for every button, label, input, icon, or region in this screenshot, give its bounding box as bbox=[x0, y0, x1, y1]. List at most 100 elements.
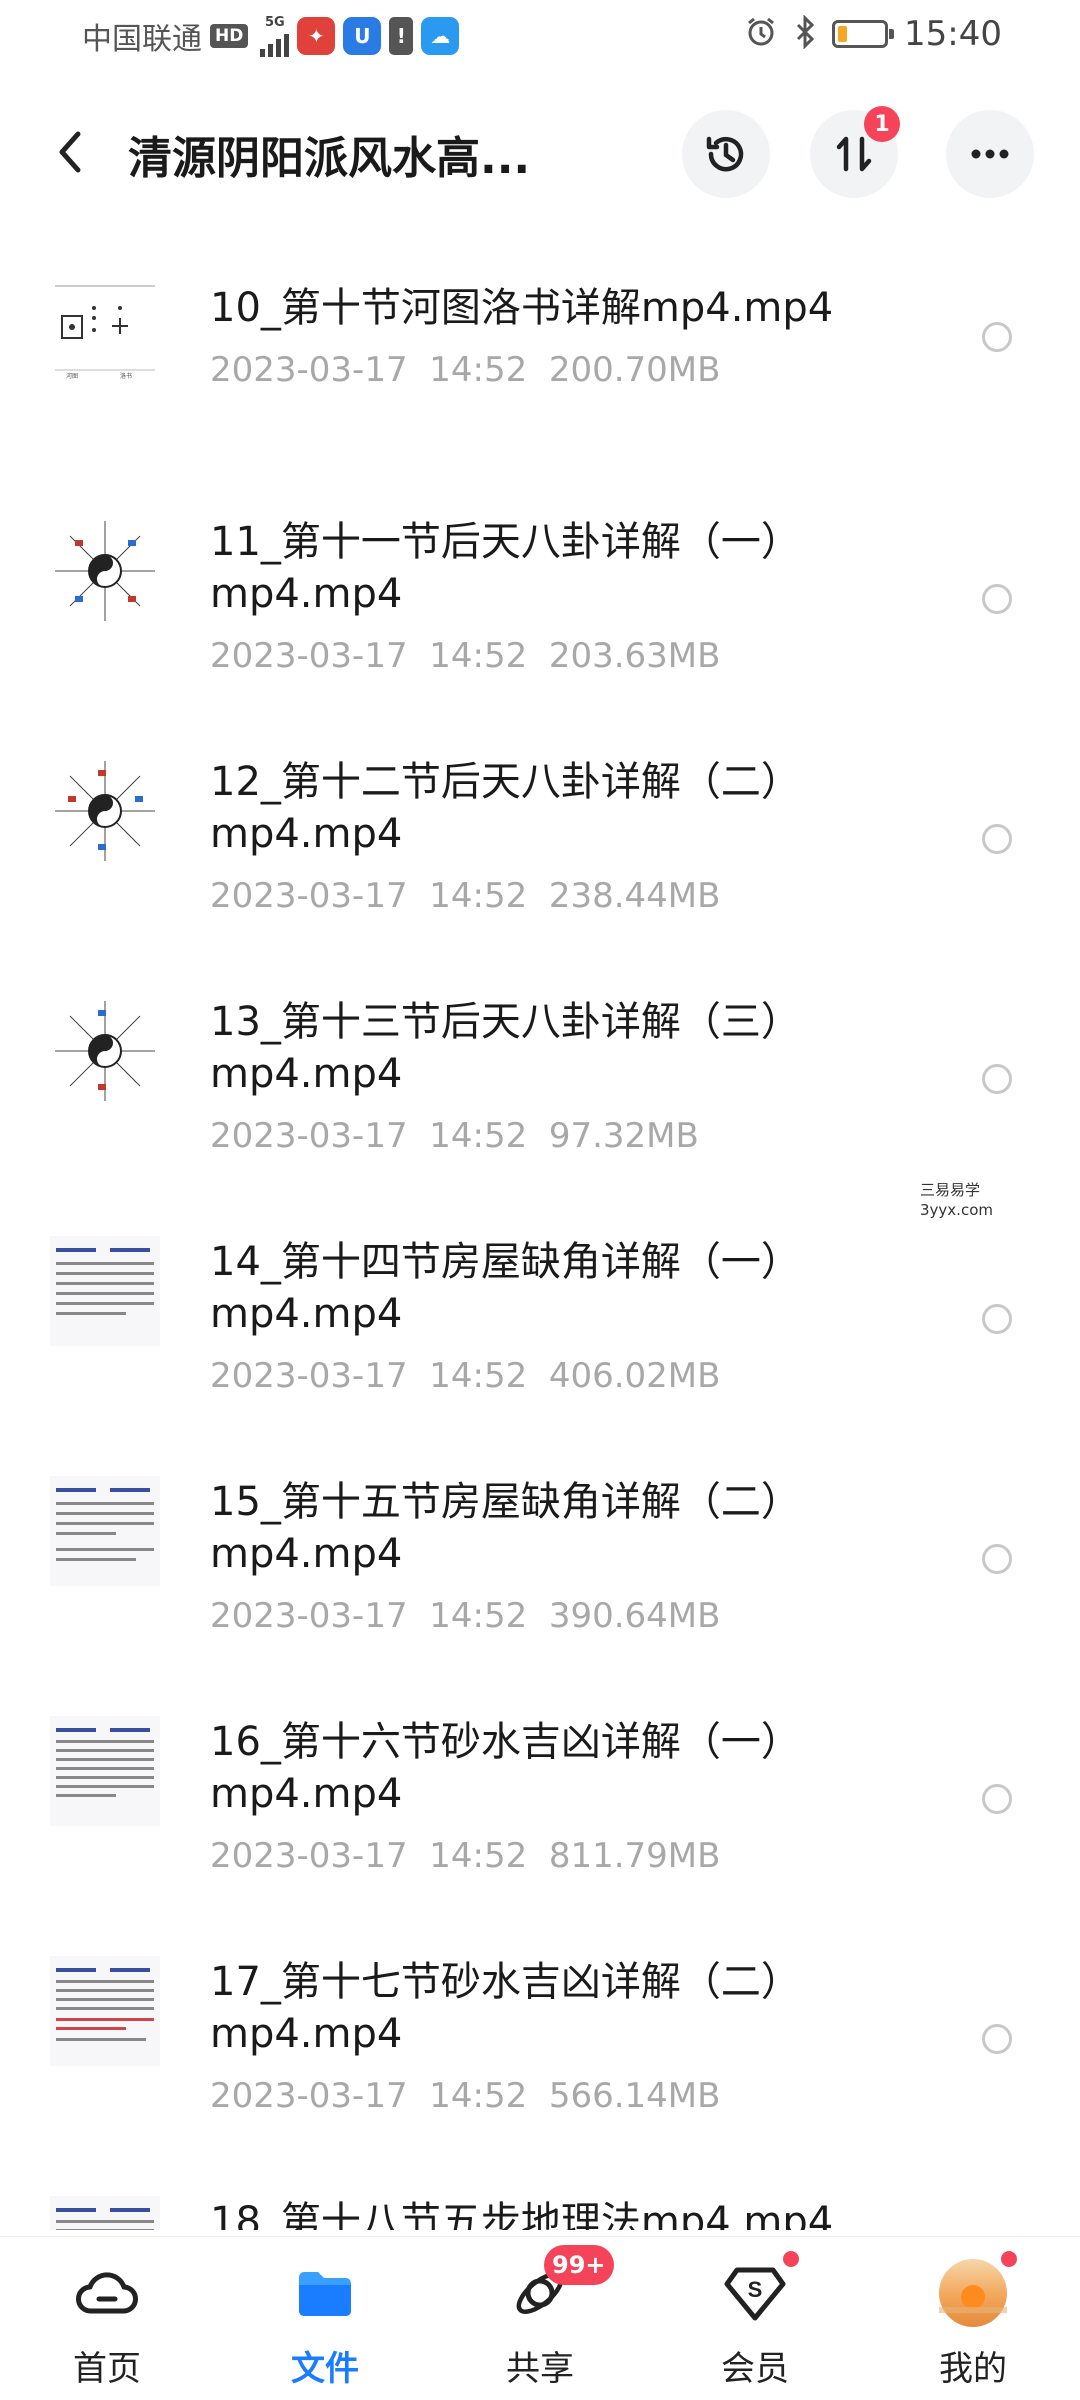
file-time: 14:52 bbox=[429, 350, 528, 390]
file-thumbnail bbox=[50, 1716, 160, 1826]
file-time: 14:52 bbox=[429, 1116, 528, 1156]
network-type: 5G bbox=[264, 14, 285, 30]
tab-vip[interactable]: S 会员 bbox=[680, 2249, 830, 2397]
file-name: 10_第十节河图洛书详解mp4.mp4 bbox=[210, 285, 834, 331]
select-radio[interactable] bbox=[982, 2024, 1012, 2054]
header: 清源阴阳派风水高... 1 bbox=[0, 92, 1080, 210]
history-icon bbox=[706, 136, 744, 172]
transfer-count-badge: 1 bbox=[864, 106, 900, 142]
tab-label: 首页 bbox=[73, 2349, 141, 2389]
file-size: 200.70MB bbox=[548, 350, 721, 390]
hd-voice-badge: HD bbox=[210, 24, 249, 48]
file-name: 18_第十八节五步地理法mp4.mp4 bbox=[210, 2199, 834, 2230]
select-radio[interactable] bbox=[982, 824, 1012, 854]
file-date: 2023-03-17 bbox=[210, 350, 408, 390]
home-cloud-icon bbox=[71, 2257, 143, 2329]
file-date: 2023-03-17 bbox=[210, 636, 408, 676]
watermark-line1: 三易易学 bbox=[920, 1181, 981, 1199]
file-row[interactable]: 14_第十四节房屋缺角详解（一）mp4.mp4 2023-03-17 14:52… bbox=[0, 1200, 1080, 1440]
file-date: 2023-03-17 bbox=[210, 1836, 408, 1876]
file-row[interactable]: 13_第十三节后天八卦详解（三）mp4.mp4 2023-03-17 14:52… bbox=[0, 960, 1080, 1200]
svg-text:S: S bbox=[748, 2277, 763, 2302]
select-radio[interactable] bbox=[982, 1784, 1012, 1814]
more-icon bbox=[971, 149, 1009, 159]
file-date: 2023-03-17 bbox=[210, 1356, 408, 1396]
folder-title: 清源阴阳派风水高... bbox=[128, 133, 531, 184]
profile-notification-dot bbox=[999, 2249, 1019, 2269]
file-size: 406.02MB bbox=[548, 1356, 721, 1396]
vip-diamond-icon: S bbox=[719, 2249, 801, 2329]
file-name: 17_第十七节砂水吉凶详解（二）mp4.mp4 bbox=[210, 1959, 801, 2057]
select-radio[interactable] bbox=[982, 1304, 1012, 1334]
avatar bbox=[937, 2249, 1019, 2329]
chevron-left-icon bbox=[59, 131, 81, 173]
carrier-name: 中国联通 bbox=[82, 22, 202, 57]
file-name: 11_第十一节后天八卦详解（一）mp4.mp4 bbox=[210, 519, 801, 617]
file-meta: 2023-03-17 14:52 200.70MB bbox=[210, 350, 720, 390]
select-radio[interactable] bbox=[982, 1064, 1012, 1094]
file-time: 14:52 bbox=[429, 1356, 528, 1396]
file-time: 14:52 bbox=[429, 1836, 528, 1876]
file-meta: 2023-03-17 14:52 97.32MB bbox=[210, 1116, 699, 1156]
tab-profile[interactable]: 我的 bbox=[898, 2249, 1048, 2397]
file-size: 390.64MB bbox=[548, 1596, 721, 1636]
tab-label: 文件 bbox=[291, 2349, 359, 2389]
file-date: 2023-03-17 bbox=[210, 1596, 408, 1636]
file-name: 14_第十四节房屋缺角详解（一）mp4.mp4 bbox=[210, 1239, 801, 1337]
file-meta: 2023-03-17 14:52 566.14MB bbox=[210, 2076, 720, 2116]
select-radio[interactable] bbox=[982, 1544, 1012, 1574]
history-button[interactable] bbox=[682, 110, 770, 198]
file-thumbnail bbox=[50, 1476, 160, 1586]
notification-weather-icon: ☁ bbox=[421, 17, 460, 55]
battery-icon bbox=[832, 20, 895, 48]
file-row[interactable]: 河图 洛书 10_第十节河图洛书详解mp4.mp4 2023-03-17 14:5… bbox=[0, 240, 1080, 480]
file-time: 14:52 bbox=[429, 636, 528, 676]
select-radio[interactable] bbox=[982, 322, 1012, 352]
file-name: 13_第十三节后天八卦详解（三）mp4.mp4 bbox=[210, 999, 801, 1097]
bottom-tab-bar: 首页 文件 99+ 共享 S 会员 我的 bbox=[0, 2236, 1080, 2400]
notification-alert-icon: ! bbox=[389, 17, 414, 55]
svg-text:洛书: 洛书 bbox=[120, 372, 132, 380]
file-meta: 2023-03-17 14:52 406.02MB bbox=[210, 1356, 720, 1396]
tab-label: 会员 bbox=[721, 2349, 789, 2389]
share-orbit-icon: 99+ bbox=[504, 2245, 614, 2329]
more-button[interactable] bbox=[946, 110, 1034, 198]
svg-text:河图: 河图 bbox=[66, 372, 78, 380]
vip-notification-dot bbox=[781, 2249, 801, 2269]
file-row[interactable]: 18_第十八节五步地理法mp4.mp4 bbox=[0, 2160, 1080, 2230]
file-thumbnail bbox=[50, 1236, 160, 1346]
file-meta: 2023-03-17 14:52 203.63MB bbox=[210, 636, 720, 676]
tab-label: 共享 bbox=[506, 2349, 574, 2389]
status-bar: 中国联通 HD 5G ✦ U ! ☁ 15:40 bbox=[0, 0, 1080, 72]
file-size: 566.14MB bbox=[548, 2076, 721, 2116]
select-radio[interactable] bbox=[982, 584, 1012, 614]
file-name: 16_第十六节砂水吉凶详解（一）mp4.mp4 bbox=[210, 1719, 801, 1817]
transfer-button[interactable]: 1 bbox=[810, 106, 900, 198]
file-size: 238.44MB bbox=[548, 876, 721, 916]
file-row[interactable]: 17_第十七节砂水吉凶详解（二）mp4.mp4 2023-03-17 14:52… bbox=[0, 1920, 1080, 2160]
watermark-line2: 3yyx.com bbox=[920, 1201, 993, 1219]
file-thumbnail: 河图 洛书 bbox=[50, 278, 160, 388]
file-time: 14:52 bbox=[429, 2076, 528, 2116]
alarm-icon bbox=[744, 15, 778, 53]
file-row[interactable]: 16_第十六节砂水吉凶详解（一）mp4.mp4 2023-03-17 14:52… bbox=[0, 1680, 1080, 1920]
file-size: 811.79MB bbox=[548, 1836, 721, 1876]
file-name: 12_第十二节后天八卦详解（二）mp4.mp4 bbox=[210, 759, 801, 857]
file-meta: 2023-03-17 14:52 238.44MB bbox=[210, 876, 720, 916]
tab-files[interactable]: 文件 bbox=[250, 2257, 400, 2397]
watermark: 三易易学 3yyx.com bbox=[920, 1180, 1010, 1220]
file-date: 2023-03-17 bbox=[210, 1116, 408, 1156]
file-thumbnail bbox=[50, 516, 160, 626]
tab-home[interactable]: 首页 bbox=[32, 2257, 182, 2397]
file-row[interactable]: 12_第十二节后天八卦详解（二）mp4.mp4 2023-03-17 14:52… bbox=[0, 720, 1080, 960]
file-date: 2023-03-17 bbox=[210, 876, 408, 916]
back-button[interactable] bbox=[48, 122, 96, 182]
folder-icon bbox=[289, 2257, 361, 2329]
file-row[interactable]: 11_第十一节后天八卦详解（一）mp4.mp4 2023-03-17 14:52… bbox=[0, 480, 1080, 720]
file-time: 14:52 bbox=[429, 876, 528, 916]
file-thumbnail bbox=[50, 2196, 160, 2230]
tab-share[interactable]: 99+ 共享 bbox=[465, 2245, 615, 2397]
file-meta: 2023-03-17 14:52 390.64MB bbox=[210, 1596, 720, 1636]
file-row[interactable]: 15_第十五节房屋缺角详解（二）mp4.mp4 2023-03-17 14:52… bbox=[0, 1440, 1080, 1680]
file-meta: 2023-03-17 14:52 811.79MB bbox=[210, 1836, 720, 1876]
